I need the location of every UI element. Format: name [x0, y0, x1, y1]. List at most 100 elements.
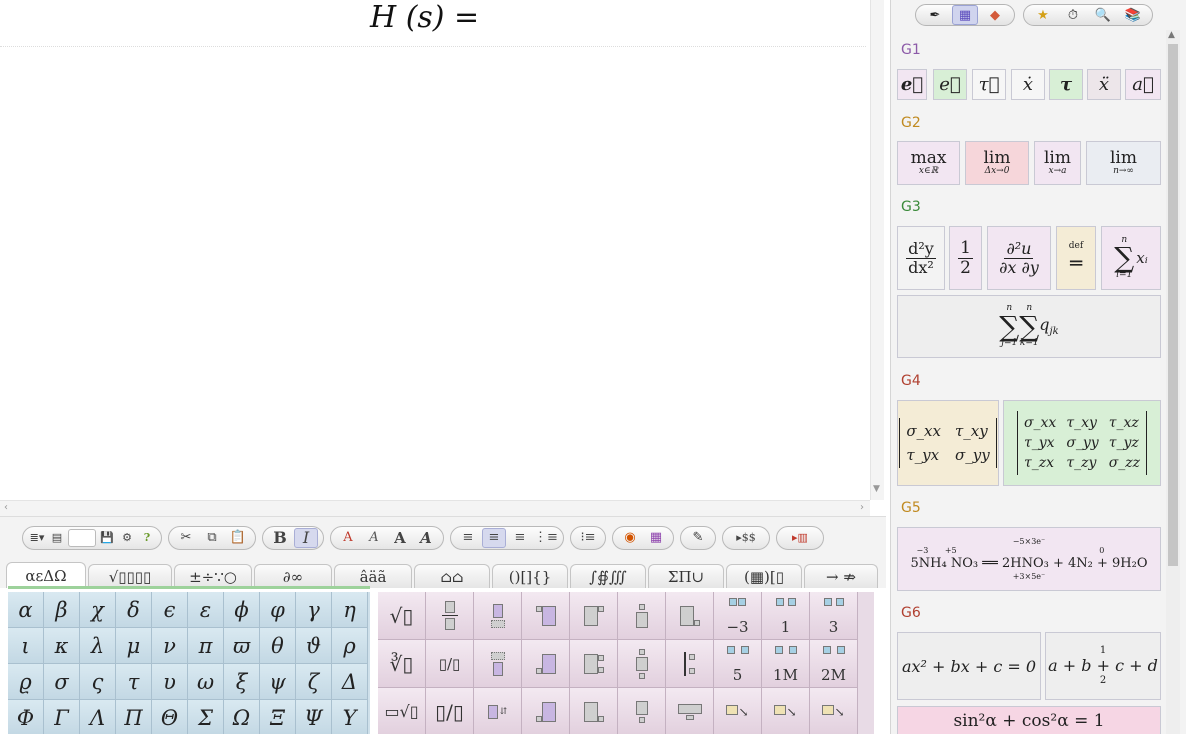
- greek-symbol[interactable]: Σ: [188, 700, 224, 734]
- font-color-button[interactable]: A: [336, 528, 360, 548]
- fraction-template[interactable]: [426, 592, 474, 640]
- bracket-5-template[interactable]: 5: [714, 640, 762, 688]
- arrow-box-template-1[interactable]: ↘: [714, 688, 762, 734]
- library-scroll-thumb[interactable]: [1168, 44, 1178, 566]
- greek-symbol[interactable]: ς: [80, 664, 116, 700]
- greek-symbol[interactable]: Γ: [44, 700, 80, 734]
- pen-icon[interactable]: ✒: [922, 5, 948, 25]
- formula-lim-infinity[interactable]: lim n→∞: [1086, 141, 1161, 185]
- save-icon[interactable]: 💾: [98, 528, 116, 548]
- paste-icon[interactable]: 📋: [226, 528, 250, 548]
- tab-arrows[interactable]: → ⇏: [804, 564, 878, 588]
- greek-symbol[interactable]: ν: [152, 628, 188, 664]
- greek-symbol[interactable]: ϑ: [296, 628, 332, 664]
- palette-grid-icon[interactable]: ▦: [644, 528, 668, 548]
- scroll-left-icon[interactable]: ‹: [4, 502, 8, 513]
- bar-sub-template[interactable]: [666, 640, 714, 688]
- formula-second-derivative[interactable]: d²y dx²: [897, 226, 945, 290]
- scroll-up-icon[interactable]: ▲: [1168, 30, 1175, 40]
- greek-symbol[interactable]: ϵ: [152, 592, 188, 628]
- diagonal-fraction-template[interactable]: ▯/▯: [426, 688, 474, 734]
- greek-symbol[interactable]: Δ: [332, 664, 368, 700]
- tab-integrals[interactable]: ∫∯∭: [570, 564, 646, 588]
- greek-symbol[interactable]: ε: [188, 592, 224, 628]
- greek-symbol[interactable]: υ: [152, 664, 188, 700]
- tab-sums[interactable]: ΣΠ∪: [648, 564, 724, 588]
- greek-symbol[interactable]: η: [332, 592, 368, 628]
- greek-symbol[interactable]: θ: [260, 628, 296, 664]
- root-index-template[interactable]: ▭√▯: [378, 688, 426, 734]
- formula-vector-e-bold[interactable]: e⃗: [897, 69, 927, 100]
- formula-quadratic[interactable]: ax² + bx + c = 0: [897, 632, 1041, 700]
- align-center-icon[interactable]: ≡: [482, 527, 506, 548]
- search-icon[interactable]: 🔍: [1090, 5, 1116, 25]
- over-under-template[interactable]: [618, 640, 666, 688]
- grid-icon[interactable]: ▦: [952, 5, 978, 25]
- superscript-template[interactable]: [570, 592, 618, 640]
- arrow-stack-template[interactable]: ⇵: [474, 688, 522, 734]
- tab-greek[interactable]: αεΔΩ: [6, 562, 86, 588]
- tab-accents[interactable]: âäã: [334, 564, 412, 588]
- bracket-3-template[interactable]: 3: [810, 592, 858, 640]
- sub-pre-template[interactable]: [522, 688, 570, 734]
- color-wheel-icon[interactable]: ◉: [618, 528, 642, 548]
- square-root-template[interactable]: √▯: [378, 592, 426, 640]
- greek-symbol[interactable]: ι: [8, 628, 44, 664]
- greek-symbol[interactable]: Υ: [332, 700, 368, 734]
- formula-max[interactable]: max x∈ℝ: [897, 141, 960, 185]
- font-bold-button[interactable]: A: [388, 528, 412, 548]
- greek-symbol[interactable]: λ: [80, 628, 116, 664]
- tab-roots[interactable]: √▯▯▯▯: [88, 564, 172, 588]
- bracket-minus3-template[interactable]: −3: [714, 592, 762, 640]
- eraser-icon[interactable]: ◆: [982, 5, 1008, 25]
- under-stack-template[interactable]: [474, 640, 522, 688]
- greek-symbol[interactable]: ψ: [260, 664, 296, 700]
- latex-export-icon[interactable]: ▸$$: [728, 528, 764, 548]
- formula-editor[interactable]: H (s) =: [0, 0, 870, 500]
- star-icon[interactable]: ★: [1030, 5, 1056, 25]
- font-size-input[interactable]: [68, 528, 96, 547]
- greek-symbol[interactable]: χ: [80, 592, 116, 628]
- greek-symbol[interactable]: ξ: [224, 664, 260, 700]
- subscript-left-template[interactable]: [522, 640, 570, 688]
- formula-half[interactable]: 12: [949, 226, 982, 290]
- greek-symbol[interactable]: ζ: [296, 664, 332, 700]
- italic-button[interactable]: I: [294, 527, 318, 548]
- formula-redox-equation[interactable]: −5×3e⁻ −3 +5 0 5NH₄ NO₃ ══ 2HNO₃ + 4N₂ +…: [897, 527, 1161, 591]
- formula-text[interactable]: H (s) =: [370, 0, 479, 35]
- formula-tau-bold[interactable]: τ: [1049, 69, 1083, 100]
- editor-horizontal-scrollbar[interactable]: ‹ ›: [0, 500, 870, 516]
- copy-icon[interactable]: ⧉: [200, 528, 224, 548]
- formula-braces[interactable]: 1 a + b + c + d 2: [1045, 632, 1161, 700]
- greek-symbol[interactable]: Π: [116, 700, 152, 734]
- under-template[interactable]: [618, 688, 666, 734]
- font-style-button[interactable]: A: [362, 528, 386, 548]
- formula-matrix-3x3[interactable]: σ_xx τ_xy τ_xz τ_yx σ_yy τ_yz τ_zx τ_zy …: [1003, 400, 1161, 486]
- font-bold-italic-button[interactable]: A: [414, 528, 438, 548]
- greek-symbol[interactable]: ρ: [332, 628, 368, 664]
- tab-matrices[interactable]: (▦)[▯: [726, 564, 802, 588]
- formula-partial-derivative[interactable]: ∂²u ∂x ∂y: [987, 226, 1051, 290]
- bracket-2m-template[interactable]: 2M: [810, 640, 858, 688]
- settings-icon[interactable]: ⚙: [118, 528, 136, 548]
- formula-matrix-2x2[interactable]: σ_xx τ_xy τ_yx σ_yy: [897, 400, 999, 486]
- greek-symbol[interactable]: α: [8, 592, 44, 628]
- handwriting-icon[interactable]: ✎: [686, 528, 710, 548]
- formula-lim-delta[interactable]: lim Δx→0: [965, 141, 1029, 185]
- cube-root-template[interactable]: ∛▯: [378, 640, 426, 688]
- tab-calculus[interactable]: ∂∞: [254, 564, 332, 588]
- wide-under-template[interactable]: [666, 688, 714, 734]
- formula-lim-a[interactable]: lim x→a: [1034, 141, 1081, 185]
- align-left-icon[interactable]: ≡: [456, 528, 480, 548]
- greek-symbol[interactable]: γ: [296, 592, 332, 628]
- greek-symbol[interactable]: β: [44, 592, 80, 628]
- formula-defined-equal[interactable]: def ═: [1056, 226, 1096, 290]
- greek-symbol[interactable]: Λ: [80, 700, 116, 734]
- greek-symbol[interactable]: Θ: [152, 700, 188, 734]
- tab-overunder[interactable]: ⌂⌂: [414, 564, 490, 588]
- scroll-right-icon[interactable]: ›: [860, 502, 864, 513]
- arrow-box-template-2[interactable]: ↘: [762, 688, 810, 734]
- greek-symbol[interactable]: δ: [116, 592, 152, 628]
- greek-symbol[interactable]: Ω: [224, 700, 260, 734]
- bracket-1m-template[interactable]: 1M: [762, 640, 810, 688]
